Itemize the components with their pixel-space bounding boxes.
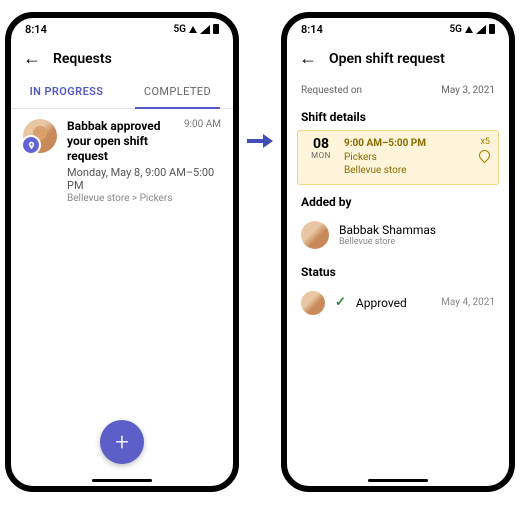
flow-arrow-icon xyxy=(247,132,273,150)
wifi-icon xyxy=(189,26,197,33)
shift-group: Pickers xyxy=(344,151,471,165)
signal-icon xyxy=(476,25,486,34)
battery-icon xyxy=(489,24,495,34)
back-button[interactable]: ← xyxy=(23,48,41,69)
shift-count: x5 xyxy=(480,137,490,147)
status-bar: 8:14 5G xyxy=(11,18,233,40)
check-icon: ✓ xyxy=(335,295,346,310)
status-text: Approved xyxy=(356,296,431,310)
request-meta: Bellevue store > Pickers xyxy=(67,193,221,204)
page-header: ← Requests xyxy=(11,40,233,77)
request-title: Babbak approved your open shift request xyxy=(67,119,178,164)
person-meta: Bellevue store xyxy=(339,237,436,247)
signal-icon xyxy=(200,25,210,34)
requested-on-label: Requested on xyxy=(301,85,362,96)
home-indicator xyxy=(92,479,152,482)
location-icon xyxy=(477,148,493,164)
page-header: ← Open shift request xyxy=(287,40,509,77)
avatar xyxy=(301,291,325,315)
shift-day-of-week: MON xyxy=(306,151,336,160)
network-label: 5G xyxy=(173,24,186,35)
shift-badge-icon xyxy=(21,135,41,155)
avatar xyxy=(23,119,57,153)
network-label: 5G xyxy=(449,24,462,35)
wifi-icon xyxy=(465,26,473,33)
add-button[interactable]: + xyxy=(100,420,144,464)
status-label: Status xyxy=(287,255,509,285)
person-name: Babbak Shammas xyxy=(339,223,436,237)
phone-left: 8:14 5G ← Requests IN PROGRESS COMPLETED… xyxy=(5,12,239,492)
shift-store: Bellevue store xyxy=(344,164,471,178)
status-bar: 8:14 5G xyxy=(287,18,509,40)
page-title: Requests xyxy=(53,51,112,67)
phone-right: 8:14 5G ← Open shift request Requested o… xyxy=(281,12,515,492)
clock: 8:14 xyxy=(301,23,323,36)
back-button[interactable]: ← xyxy=(299,48,317,69)
status-icons: 5G xyxy=(173,24,219,35)
status-date: May 4, 2021 xyxy=(441,297,495,308)
added-by-label: Added by xyxy=(287,185,509,215)
status-row: ✓ Approved May 4, 2021 xyxy=(287,285,509,321)
status-icons: 5G xyxy=(449,24,495,35)
clock: 8:14 xyxy=(25,23,47,36)
avatar xyxy=(301,221,329,249)
added-by-row[interactable]: Babbak Shammas Bellevue store xyxy=(287,215,509,255)
home-indicator xyxy=(368,479,428,482)
request-time: 9:00 AM xyxy=(184,119,221,130)
request-item[interactable]: Babbak approved your open shift request … xyxy=(11,109,233,214)
shift-details-label: Shift details xyxy=(287,100,509,130)
shift-card[interactable]: 08 MON 9:00 AM–5:00 PM Pickers Bellevue … xyxy=(297,130,499,185)
requested-on-value: May 3, 2021 xyxy=(441,85,495,96)
tabs: IN PROGRESS COMPLETED xyxy=(11,77,233,109)
page-title: Open shift request xyxy=(329,51,445,67)
shift-time: 9:00 AM–5:00 PM xyxy=(344,137,471,151)
tab-in-progress[interactable]: IN PROGRESS xyxy=(11,77,122,108)
battery-icon xyxy=(213,24,219,34)
shift-day-number: 08 xyxy=(306,137,336,151)
request-subtitle: Monday, May 8, 9:00 AM–5:00 PM xyxy=(67,166,221,192)
tab-completed[interactable]: COMPLETED xyxy=(122,77,233,108)
